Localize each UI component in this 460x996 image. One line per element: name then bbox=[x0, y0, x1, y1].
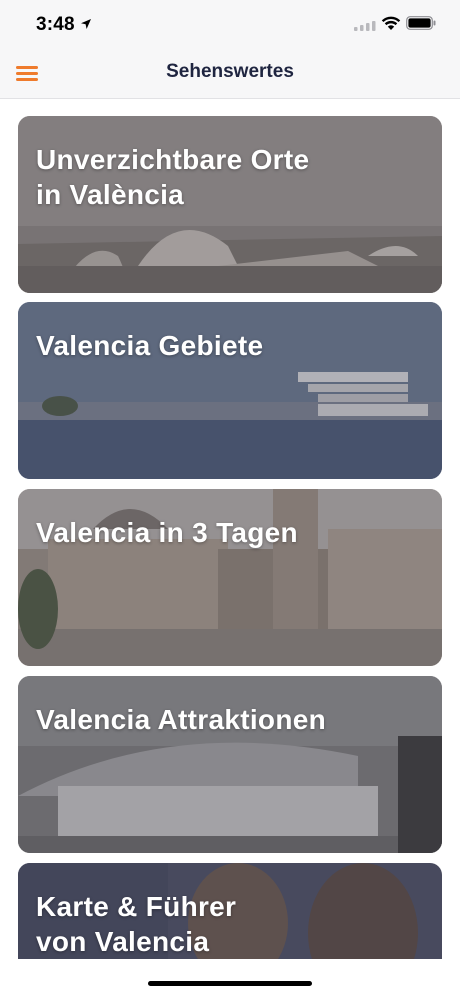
sights-list[interactable]: Unverzichtbare Orte in València Valencia… bbox=[0, 99, 460, 959]
card-map-and-guide[interactable]: Karte & Führer von Valencia bbox=[18, 863, 442, 959]
status-time: 3:48 bbox=[36, 14, 75, 35]
card-title: Valencia in 3 Tagen bbox=[36, 517, 298, 548]
status-bar: 3:48 bbox=[0, 0, 460, 50]
card-title: Valencia Attraktionen bbox=[36, 704, 327, 735]
cellular-signal-icon bbox=[354, 21, 376, 31]
location-arrow-icon bbox=[81, 19, 91, 29]
card-valencia-3-days[interactable]: Valencia in 3 Tagen bbox=[18, 489, 442, 666]
wifi-icon bbox=[381, 16, 401, 30]
card-valencia-attractions[interactable]: Valencia Attraktionen bbox=[18, 676, 442, 853]
card-essential-places[interactable]: Unverzichtbare Orte in València bbox=[18, 116, 442, 293]
battery-icon bbox=[406, 16, 436, 30]
navigation-bar: Sehenswertes bbox=[0, 50, 460, 99]
card-title: Karte & Führer von Valencia bbox=[36, 891, 237, 957]
page-title: Sehenswertes bbox=[166, 61, 294, 82]
card-title: Unverzichtbare Orte in València bbox=[36, 144, 310, 210]
home-indicator[interactable] bbox=[148, 981, 312, 986]
card-valencia-areas[interactable]: Valencia Gebiete bbox=[18, 302, 442, 479]
card-title: Valencia Gebiete bbox=[36, 330, 264, 361]
